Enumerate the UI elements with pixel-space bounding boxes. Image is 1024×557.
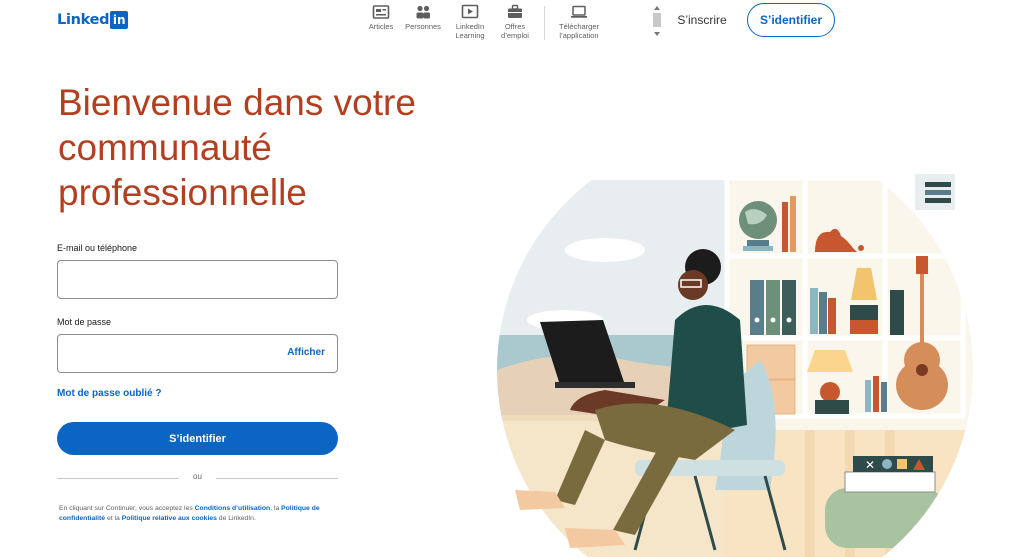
legal-sep1: , la — [270, 505, 282, 512]
or-line-right — [216, 478, 338, 479]
or-text: ou — [193, 472, 202, 481]
email-field[interactable] — [57, 260, 338, 299]
signin-submit-button[interactable]: S’identifier — [57, 422, 338, 455]
nav-download-label: Télécharger l’application — [558, 22, 600, 40]
nav-learning[interactable]: LinkedIn Learning — [446, 4, 494, 40]
show-password-button[interactable]: Afficher — [287, 347, 325, 358]
learning-icon — [461, 4, 479, 19]
forgot-password-link[interactable]: Mot de passe oublié ? — [57, 388, 161, 399]
legal-sep2: et la — [105, 515, 122, 522]
nav-scrollbar[interactable] — [651, 3, 664, 39]
password-label: Mot de passe — [57, 317, 112, 327]
articles-icon — [372, 5, 390, 19]
scroll-down-icon[interactable] — [654, 32, 660, 36]
nav-articles[interactable]: Articles — [362, 4, 400, 31]
hero-title: Bienvenue dans votre communauté professi… — [58, 80, 458, 215]
logo-wordmark: Linked — [57, 12, 110, 28]
cookies-link[interactable]: Politique relative aux cookies — [122, 515, 217, 522]
people-icon — [416, 5, 430, 19]
nav-people-label: Personnes — [405, 22, 441, 31]
top-nav: Articles Personnes LinkedIn Learning Off… — [362, 4, 607, 40]
scroll-thumb[interactable] — [653, 13, 661, 27]
password-field[interactable]: Afficher — [57, 334, 338, 373]
hero-title-line3: professionnelle — [58, 172, 307, 213]
nav-divider — [544, 6, 545, 40]
scroll-up-icon[interactable] — [654, 6, 660, 10]
nav-people[interactable]: Personnes — [400, 4, 446, 31]
nav-learning-label: LinkedIn Learning — [455, 22, 485, 40]
svg-text:✕: ✕ — [865, 458, 875, 472]
email-label: E-mail ou téléphone — [57, 243, 138, 253]
linkedin-logo[interactable]: Linked in — [57, 11, 129, 29]
header-signin-button[interactable]: S’identifier — [747, 3, 835, 37]
top-header: Linked in Articles Personnes LinkedIn Le… — [0, 0, 1024, 48]
nav-download-app[interactable]: Télécharger l’application — [551, 4, 607, 40]
nav-jobs-label: Offres d’emploi — [501, 22, 529, 40]
legal-notice: En cliquant sur Continuer, vous acceptez… — [59, 504, 329, 524]
laptop-icon — [571, 5, 587, 18]
join-button[interactable]: S’inscrire — [671, 10, 733, 30]
legal-prefix: En cliquant sur Continuer, vous acceptez… — [59, 505, 195, 512]
hero-title-line1: Bienvenue dans votre — [58, 82, 416, 123]
nav-articles-label: Articles — [368, 22, 394, 31]
hero-illustration: ✕ — [497, 160, 973, 557]
legal-suffix: de LinkedIn. — [216, 515, 256, 522]
nav-jobs[interactable]: Offres d’emploi — [494, 4, 536, 40]
jobs-icon — [508, 4, 522, 18]
logo-in-box: in — [110, 11, 129, 29]
terms-link[interactable]: Conditions d’utilisation — [195, 505, 271, 512]
hero-title-line2: communauté — [58, 127, 272, 168]
or-divider: ou — [57, 472, 338, 484]
